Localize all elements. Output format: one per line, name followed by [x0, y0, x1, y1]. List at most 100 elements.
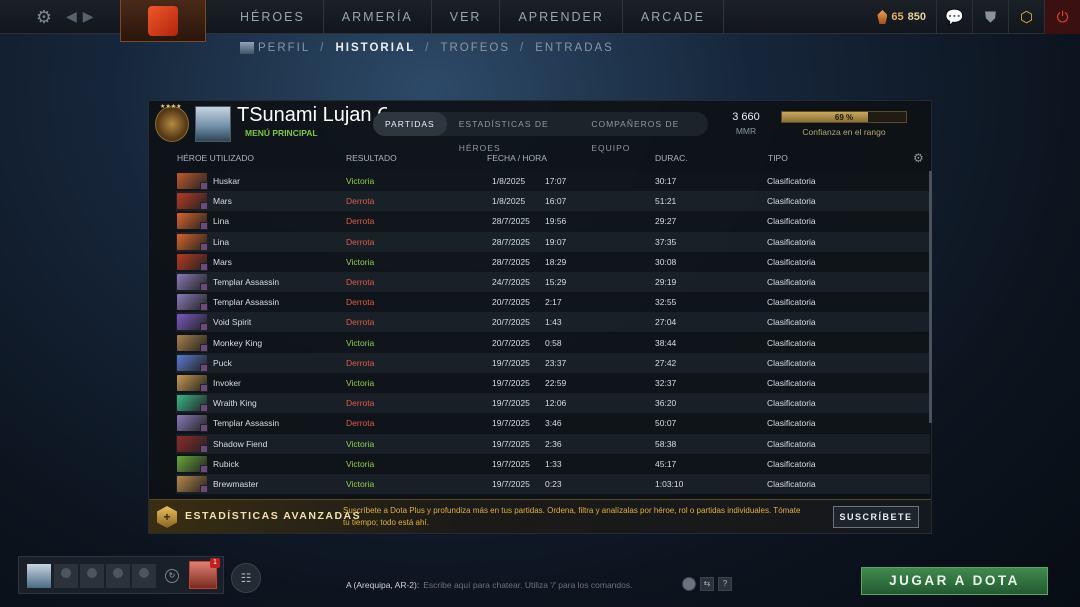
nav-watch[interactable]: VER	[432, 0, 501, 34]
party-slot-self[interactable]	[27, 564, 51, 588]
match-duration: 27:42	[655, 357, 677, 368]
avatar[interactable]	[195, 106, 231, 142]
friends-icon[interactable]: ☷	[231, 563, 261, 593]
hero-name: Shadow Fiend	[213, 438, 268, 449]
chat-placeholder: Escribe aquí para chatear. Utiliza '/' p…	[423, 580, 633, 590]
tab-history[interactable]: HISTORIAL	[335, 42, 415, 54]
table-row[interactable]: Rubick Victoria 19/7/2025 1:33 45:17 Clasific…	[176, 453, 930, 474]
tab-entries[interactable]: ENTRADAS	[535, 42, 614, 54]
match-type: Clasificatoria	[767, 357, 816, 368]
tab-trophies[interactable]: TROFEOS	[440, 42, 510, 54]
match-list: Huskar Victoria 1/8/2025 17:07 30:17 Clasific…	[176, 171, 930, 497]
header-hero[interactable]: HÉROE UTILIZADO	[177, 153, 254, 163]
dota-plus-icon[interactable]: ⬡	[1008, 0, 1044, 34]
match-result: Victoria	[346, 176, 375, 186]
table-row[interactable]: Wraith King Derrota 19/7/2025 12:06 36:20 Cla…	[176, 393, 930, 414]
scrollbar[interactable]	[929, 171, 932, 423]
mmr-label: MMR	[735, 126, 757, 136]
role-badge-icon	[200, 242, 208, 251]
match-type: Clasificatoria	[767, 317, 816, 328]
nav-arcade[interactable]: ARCADE	[623, 0, 725, 34]
hero-name: Lina	[213, 236, 230, 247]
match-date: 1/8/2025	[492, 196, 526, 207]
settings-icon[interactable]: ⚙	[34, 7, 54, 27]
rank-medal-icon: ★★★★	[155, 104, 189, 142]
banner-description: Suscríbete a Dota Plus y profundiza más …	[343, 506, 801, 527]
tab-profile[interactable]: PERFIL	[240, 42, 310, 54]
role-badge-icon	[200, 222, 208, 231]
match-result: Derrota	[346, 196, 375, 207]
match-result: Victoria	[346, 337, 375, 348]
table-row[interactable]: Invoker Victoria 19/7/2025 22:59 32:37 Clasif…	[176, 373, 930, 393]
match-time: 19:07	[545, 236, 567, 247]
table-row[interactable]: Brewmaster Victoria 19/7/2025 0:23 1:03:10 Cl…	[176, 474, 930, 494]
table-row[interactable]: Templar Assassin Derrota 24/7/2025 15:29 29:…	[176, 272, 930, 292]
table-row[interactable]: Templar Assassin Derrota 19/7/2025 3:46 50:0…	[176, 413, 930, 434]
forward-icon[interactable]: ▶	[83, 8, 100, 24]
tab-teammates[interactable]: COMPAÑEROS DE EQUIPO	[579, 112, 708, 153]
match-time: 0:23	[545, 479, 562, 489]
confidence-label: Confianza en el rango	[802, 127, 886, 137]
shards-count: 850	[907, 11, 926, 23]
header-result[interactable]: RESULTADO	[346, 153, 397, 163]
confidence-bar: 69 %	[781, 111, 907, 123]
party-slot[interactable]	[54, 564, 78, 588]
table-row[interactable]: Mars Derrota 1/8/2025 16:07 51:21 Clasificato…	[176, 191, 930, 212]
table-row[interactable]: Huskar Victoria 1/8/2025 17:07 30:17 Clasific…	[176, 171, 930, 191]
header-type[interactable]: TIPO	[768, 153, 788, 163]
back-icon[interactable]: ◀	[66, 8, 83, 24]
armory-icon[interactable]: ⛊	[972, 0, 1008, 34]
help-icon[interactable]: ?	[718, 577, 732, 591]
match-date: 19/7/2025	[492, 479, 530, 489]
party-settings-icon[interactable]: ↻	[165, 569, 179, 583]
shard-gem-icon	[877, 10, 888, 24]
match-type: Clasificatoria	[767, 277, 816, 287]
table-settings-icon[interactable]: ⚙	[913, 151, 924, 165]
table-row[interactable]: Templar Assassin Derrota 20/7/2025 2:17 32:5…	[176, 292, 930, 313]
table-header: HÉROE UTILIZADO RESULTADO FECHA / HORA D…	[149, 151, 933, 167]
party-slot[interactable]	[132, 564, 156, 588]
table-row[interactable]: Puck Derrota 19/7/2025 23:37 27:42 Clasificat…	[176, 352, 930, 373]
hero-name: Puck	[213, 357, 232, 368]
role-badge-icon	[200, 182, 208, 190]
table-row[interactable]: Mars Victoria 28/7/2025 18:29 30:08 Clasifica…	[176, 251, 930, 272]
mmr-value: 3 660	[732, 111, 760, 123]
hero-name: Huskar	[213, 176, 240, 186]
party-slot[interactable]	[106, 564, 130, 588]
table-row[interactable]: Shadow Fiend Victoria 19/7/2025 2:36 58:38 Cl…	[176, 433, 930, 454]
play-dota-button[interactable]: JUGAR A DOTA	[861, 567, 1048, 595]
match-history-panel: ★★★★ TSunami Lujan C MENÚ PRINCIPAL PART…	[148, 100, 932, 534]
chat-icon[interactable]: 💬	[936, 0, 972, 34]
match-date: 19/7/2025	[492, 438, 530, 449]
table-row[interactable]: Lina Derrota 28/7/2025 19:07 37:35 Clasificat…	[176, 231, 930, 252]
invite-count-badge: 1	[210, 558, 220, 568]
tab-matches[interactable]: PARTIDAS	[373, 112, 447, 136]
table-row[interactable]: Lina Derrota 28/7/2025 19:56 29:27 Clasificat…	[176, 211, 930, 232]
player-name: TSunami Lujan C	[237, 104, 387, 126]
header-duration[interactable]: DURAC.	[655, 153, 688, 163]
emoji-icon[interactable]	[682, 577, 696, 591]
match-type: Clasificatoria	[767, 458, 816, 469]
match-time: 16:07	[545, 196, 567, 207]
separator: /	[425, 42, 431, 55]
nav-learn[interactable]: APRENDER	[500, 0, 623, 34]
table-row[interactable]: Monkey King Victoria 20/7/2025 0:58 38:44 Cla…	[176, 332, 930, 353]
match-duration: 29:27	[655, 216, 677, 227]
chat-window-icon[interactable]: ⇆	[700, 577, 714, 591]
match-time: 23:37	[545, 357, 567, 368]
header-date[interactable]: FECHA / HORA	[487, 153, 547, 163]
party-invite[interactable]: 1	[189, 558, 220, 589]
chat-channel[interactable]: A (Arequipa, AR-2):	[346, 580, 419, 590]
chat-input[interactable]: A (Arequipa, AR-2): Escribe aquí para cha…	[346, 576, 686, 594]
shards-display[interactable]: 65 850	[877, 10, 926, 24]
power-icon[interactable]: ⏻	[1044, 0, 1080, 34]
nav-armory[interactable]: ARMERÍA	[324, 0, 432, 34]
table-row[interactable]: Void Spirit Derrota 20/7/2025 1:43 27:04 Clas…	[176, 312, 930, 333]
nav-heroes[interactable]: HÉROES	[222, 0, 324, 34]
player-status: MENÚ PRINCIPAL	[245, 128, 318, 138]
subscribe-button[interactable]: SUSCRÍBETE	[833, 506, 919, 528]
tab-hero-stats[interactable]: ESTADÍSTICAS DE HÉROES	[447, 112, 580, 153]
party-slot[interactable]	[80, 564, 104, 588]
hero-name: Invoker	[213, 378, 241, 388]
dota-logo-button[interactable]	[120, 0, 206, 42]
